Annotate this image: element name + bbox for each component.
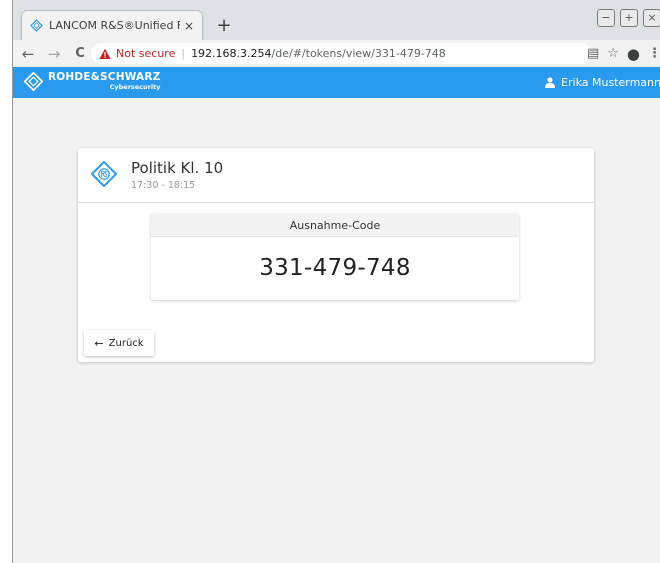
arrow-left-icon: ←	[94, 336, 104, 350]
brand-logo[interactable]: ROHDE&SCHWARZ Cybersecurity	[24, 72, 160, 91]
url-separator: |	[181, 47, 186, 60]
user-name: Erika Mustermann	[561, 76, 660, 89]
close-window-button[interactable]: ×	[643, 9, 660, 27]
translate-icon[interactable]: ▤	[587, 46, 599, 61]
course-title: Politik Kl. 10	[131, 159, 224, 177]
brand-text: ROHDE&SCHWARZ Cybersecurity	[48, 72, 160, 90]
browser-menu-icon[interactable]: ⋮	[648, 46, 660, 61]
user-menu[interactable]: Erika Mustermann	[545, 76, 660, 89]
url-path: /de/#/tokens/view/331-479-748	[271, 47, 446, 60]
warning-icon	[99, 48, 111, 59]
browser-tab[interactable]: LANCOM R&S®Unified Firewall ×	[21, 10, 203, 40]
url-text[interactable]: 192.168.3.254/de/#/tokens/view/331-479-7…	[191, 47, 446, 60]
main-content: Politik Kl. 10 17:30 - 18:15 Ausnahme-Co…	[13, 98, 660, 563]
tab-close-icon[interactable]: ×	[184, 19, 194, 33]
back-nav-button[interactable]: ←	[17, 43, 39, 65]
rs-badge-icon	[91, 161, 117, 187]
maximize-button[interactable]: +	[620, 9, 638, 27]
tab-strip: LANCOM R&S®Unified Firewall × + − + ×	[13, 0, 660, 40]
code-value: 331-479-748	[259, 255, 411, 281]
forward-nav-button[interactable]: →	[43, 43, 65, 65]
bookmark-star-icon[interactable]: ☆	[607, 46, 619, 61]
rs-logo-icon	[30, 19, 43, 32]
address-bar[interactable]: Not secure | 192.168.3.254/de/#/tokens/v…	[91, 43, 591, 64]
brand-name: ROHDE&SCHWARZ	[48, 71, 161, 83]
reload-button[interactable]: C	[69, 43, 91, 65]
course-time: 17:30 - 18:15	[131, 180, 196, 191]
card-header: Politik Kl. 10 17:30 - 18:15	[78, 148, 594, 203]
minimize-button[interactable]: −	[597, 9, 615, 27]
tab-title: LANCOM R&S®Unified Firewall	[49, 19, 180, 32]
brand-subtitle: Cybersecurity	[109, 82, 161, 91]
user-icon	[545, 77, 556, 88]
token-card: Politik Kl. 10 17:30 - 18:15 Ausnahme-Co…	[78, 148, 594, 362]
browser-toolbar: ← → C Not secure | 192.168.3.254/de/#/to…	[13, 40, 660, 67]
new-tab-button[interactable]: +	[213, 14, 235, 36]
code-label: Ausnahme-Code	[151, 214, 519, 237]
exception-code-panel: Ausnahme-Code 331-479-748	[151, 214, 519, 300]
url-host: 192.168.3.254	[191, 47, 272, 60]
back-button-label: Zurück	[108, 337, 144, 349]
back-button[interactable]: ← Zurück	[84, 330, 154, 356]
window-controls: − + ×	[597, 9, 660, 27]
rs-diamond-logo-icon	[24, 72, 43, 91]
security-status[interactable]: Not secure	[116, 47, 175, 60]
profile-icon[interactable]: ●	[627, 45, 640, 63]
toolbar-actions: ▤ ☆ ● ⋮	[587, 43, 660, 64]
browser-window: LANCOM R&S®Unified Firewall × + − + × ← …	[12, 0, 660, 563]
app-header: ROHDE&SCHWARZ Cybersecurity Erika Muster…	[13, 67, 660, 98]
